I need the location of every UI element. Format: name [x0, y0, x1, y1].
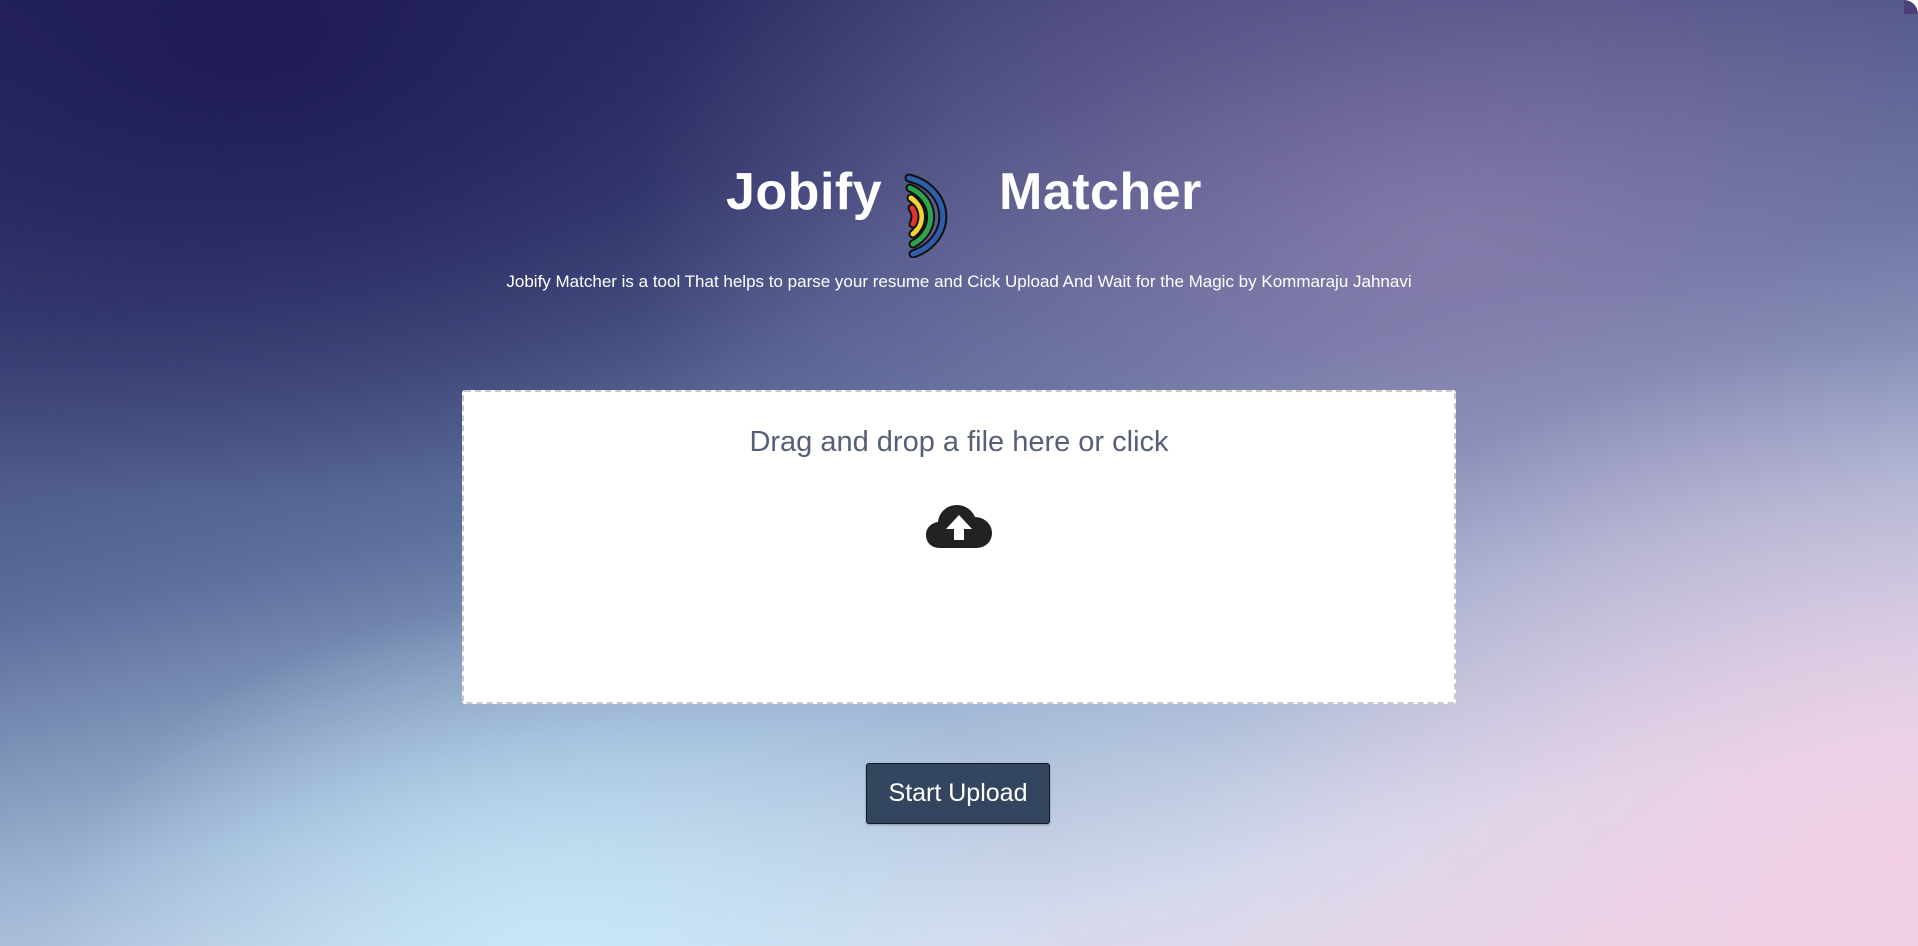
start-upload-button[interactable]: Start Upload [866, 763, 1050, 824]
page-subtitle: Jobify Matcher is a tool That helps to p… [506, 272, 1412, 291]
cloud-upload-icon [926, 505, 992, 548]
window-corner [1904, 0, 1918, 14]
page-title-left: Jobify [726, 163, 883, 221]
rainbow-arc-icon [904, 173, 948, 258]
page-header: Jobify Matcher [0, 162, 1918, 258]
dropzone-instructions: Drag and drop a file here or click [749, 426, 1169, 458]
page-title-right: Matcher [999, 163, 1202, 221]
file-dropzone[interactable]: Drag and drop a file here or click [462, 390, 1456, 704]
